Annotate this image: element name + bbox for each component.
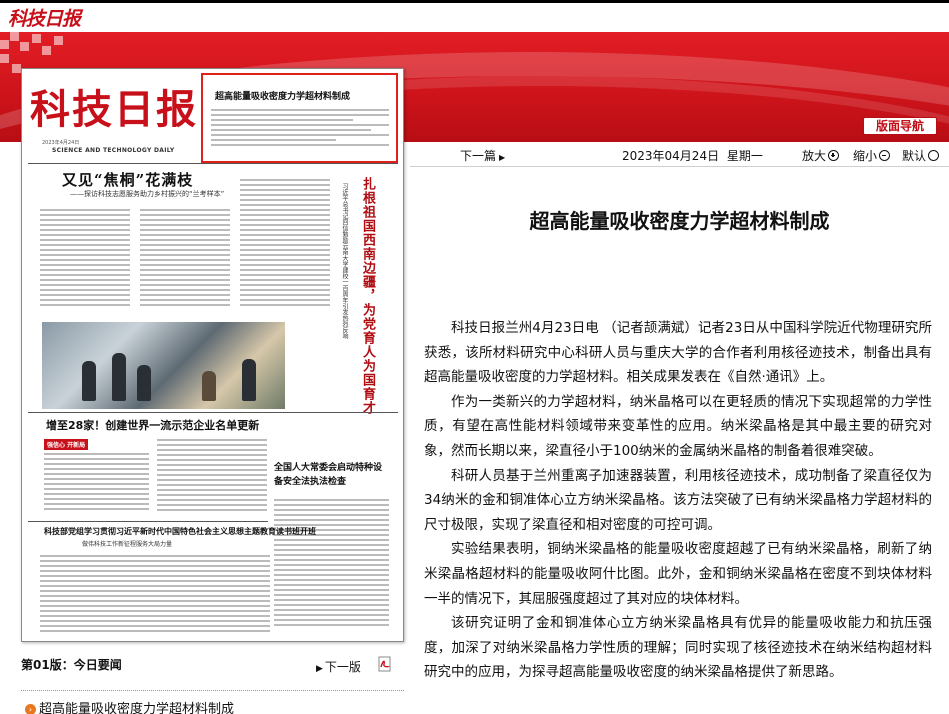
highlighted-article-area[interactable]: 超高能量吸收密度力学超材料制成 bbox=[201, 73, 398, 163]
zoom-out-button[interactable]: 缩小 bbox=[853, 147, 891, 164]
article-paragraph: 实验结果表明，铜纳米梁晶格的能量吸收密度超越了已有纳米梁晶格，刷新了纳米梁晶格超… bbox=[424, 541, 932, 607]
article-paragraph: 科技日报兰州4月23日电 （记者颉满斌）记者23日从中国科学院近代物理研究所获悉… bbox=[424, 320, 932, 386]
next-article-label: 下一篇 bbox=[460, 149, 497, 163]
paper-date: 2023年4月24日 bbox=[42, 140, 80, 146]
next-edition-label: 下一版 bbox=[324, 660, 361, 674]
article-list-link[interactable]: 超高能量吸收密度力学超材料制成 bbox=[39, 702, 234, 714]
ministry-subheadline: 做伟科技工作新征程服务大局力量 bbox=[82, 541, 173, 548]
default-size-button[interactable]: 默认 bbox=[902, 147, 940, 164]
edition-label: 第01版：今日要闻 bbox=[21, 658, 122, 672]
banner-pixel bbox=[42, 46, 51, 55]
article-paragraph: 该研究证明了金和铜准体心立方纳米梁晶格具有优异的能量吸收能力和抗压强度，加深了对… bbox=[424, 615, 932, 681]
article-paragraph: 科研人员基于兰州重离子加速器装置，利用核径迹技术，成功制备了梁直径仅为34纳米的… bbox=[424, 467, 932, 533]
paper-masthead-en: SCIENCE AND TECHNOLOGY DAILY bbox=[52, 147, 175, 154]
pdf-icon[interactable] bbox=[377, 656, 393, 672]
zoom-in-button[interactable]: 放大 bbox=[802, 147, 840, 164]
play-arrow-icon: ▶ bbox=[499, 153, 506, 162]
zoom-in-label: 放大 bbox=[802, 149, 827, 163]
article-paragraph: 作为一类新兴的力学超材料，纳米晶格可以在更轻质的情况下实现超常的力学性质，有望在… bbox=[424, 393, 932, 459]
news-photo bbox=[42, 322, 285, 409]
column-tag: 强信心 开新局 bbox=[44, 439, 89, 450]
article-text-lines bbox=[240, 179, 330, 309]
banner-pixel bbox=[10, 32, 19, 41]
next-article-link[interactable]: 下一篇 ▶ bbox=[460, 147, 505, 164]
main-headline[interactable]: 又见“焦桐”花满枝 bbox=[62, 169, 193, 190]
banner-pixel bbox=[0, 40, 9, 49]
default-size-label: 默认 bbox=[902, 149, 927, 163]
highlighted-article-title: 超高能量吸收密度力学超材料制成 bbox=[215, 92, 351, 102]
site-logo[interactable]: 科技日报 bbox=[8, 4, 81, 31]
layout-nav-button[interactable]: 版面导航 bbox=[863, 117, 937, 135]
article-text-lines bbox=[140, 209, 230, 309]
paper-masthead: 科技日报 bbox=[30, 86, 198, 133]
divider bbox=[28, 412, 398, 413]
banner-pixel bbox=[32, 34, 41, 43]
divider bbox=[28, 521, 268, 522]
play-arrow-icon: ▶ bbox=[316, 664, 323, 674]
article-text-lines bbox=[157, 439, 267, 514]
zoom-out-label: 缩小 bbox=[853, 149, 878, 163]
newspaper-page-image[interactable]: 科技日报 2023年4月24日 SCIENCE AND TECHNOLOGY D… bbox=[21, 68, 404, 642]
article-title: 超高能量吸收密度力学超材料制成 bbox=[529, 209, 830, 233]
main-subheadline: ——探访科技志愿服务助力乡村振兴的“兰考样本” bbox=[70, 190, 225, 198]
weekday-text: 星期一 bbox=[726, 149, 763, 163]
banner-pixel bbox=[20, 42, 29, 51]
banner-pixel bbox=[12, 64, 21, 73]
article-toolbar: 下一篇 ▶ 2023年04月24日 星期一 放大 缩小 默认 bbox=[410, 143, 949, 167]
plus-circle-icon bbox=[828, 150, 840, 161]
article-list-item[interactable]: › 超高能量吸收密度力学超材料制成 bbox=[25, 698, 234, 714]
vertical-headline[interactable]: 扎根祖国西南边疆，为党育人为国育才 bbox=[360, 177, 375, 415]
divider bbox=[21, 690, 404, 691]
top-bar: 科技日报 bbox=[0, 0, 949, 32]
ministry-headline[interactable]: 科技部党组学习贯彻习近平新时代中国特色社会主义思想主题教育读书班开班 bbox=[44, 526, 316, 537]
article-text-lines bbox=[211, 109, 389, 149]
secondary-headline[interactable]: 增至28家！创建世界一流示范企业名单更新 bbox=[46, 417, 259, 433]
banner-pixel bbox=[0, 54, 9, 63]
vertical-subheadline: 习近平总书记回信勉励云南大学建校一百周年引发热烈反响 bbox=[341, 183, 348, 339]
article-text-lines bbox=[44, 453, 149, 513]
date-text: 2023年04月24日 bbox=[622, 149, 720, 163]
next-edition-link[interactable]: ▶ 下一版 bbox=[316, 658, 361, 675]
issue-date: 2023年04月24日 星期一 bbox=[622, 147, 763, 164]
circle-icon bbox=[928, 150, 940, 161]
divider bbox=[28, 163, 398, 164]
article-text-lines bbox=[40, 209, 130, 309]
article-text-lines bbox=[274, 499, 389, 629]
banner-pixel bbox=[54, 36, 63, 45]
bullet-arrow-icon: › bbox=[25, 704, 36, 714]
minus-circle-icon bbox=[879, 150, 891, 161]
article-body: 科技日报兰州4月23日电 （记者颉满斌）记者23日从中国科学院近代物理研究所获悉… bbox=[424, 316, 932, 685]
article-text-lines bbox=[40, 555, 270, 635]
npc-headline[interactable]: 全国人大常委会启动特种设备安全法执法检查 bbox=[274, 461, 384, 489]
